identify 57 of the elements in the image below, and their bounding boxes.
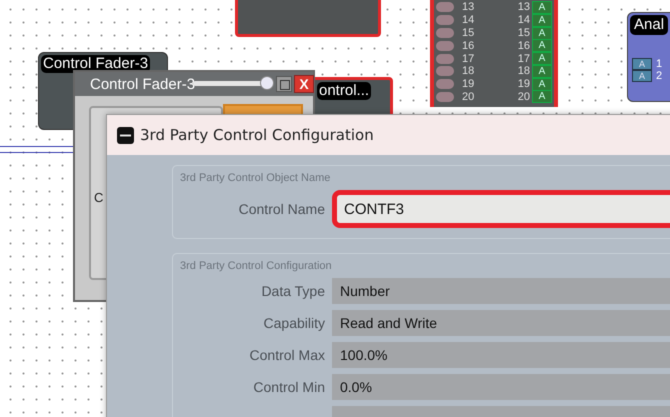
panel-text: C <box>94 190 104 205</box>
channel-number: 16 <box>516 40 530 52</box>
channel-number: 14 <box>462 14 476 26</box>
output-pin: A <box>532 26 552 40</box>
group-title: 3rd Party Control Object Name <box>179 172 332 184</box>
channel-number: 18 <box>516 65 530 78</box>
input-pin: A <box>632 58 652 70</box>
channel-number: 17 <box>516 52 530 65</box>
value-field: Number <box>332 278 670 304</box>
node-label: Anal <box>630 15 668 35</box>
input-pin: A <box>632 70 652 82</box>
input-pin <box>436 15 454 26</box>
output-pin: A <box>532 39 552 52</box>
channel-number: 20 <box>516 90 530 103</box>
input-pin <box>436 40 454 51</box>
field-label: Capability <box>262 315 325 331</box>
input-pin <box>436 79 454 90</box>
maximize-button[interactable] <box>276 76 292 92</box>
input-pin <box>436 54 454 64</box>
channel-number: 19 <box>462 78 476 90</box>
input-pin <box>436 66 454 76</box>
channel-number: 13 <box>462 1 476 14</box>
channel-number: 13 <box>516 1 530 14</box>
channel-number: 19 <box>516 78 530 90</box>
window-title: Control Fader-3 <box>90 76 196 93</box>
value-field: 100.0% <box>332 342 670 368</box>
field-label: Control Max <box>248 347 325 363</box>
channel-number: 18 <box>462 65 476 78</box>
channel-number: 14 <box>516 14 530 26</box>
channel-number: 15 <box>516 26 530 39</box>
channel-number: 15 <box>462 26 476 39</box>
field-label: Control Min <box>252 379 325 395</box>
field-label: Control Name <box>238 201 325 217</box>
close-button[interactable]: X <box>294 75 314 93</box>
channel-number: 17 <box>462 52 476 65</box>
input-pin <box>436 2 454 12</box>
node-label: ontrol... <box>317 82 372 100</box>
app-icon <box>117 126 134 144</box>
input-pin <box>436 92 454 102</box>
channel-number: 2 <box>656 70 662 82</box>
output-pin: A <box>532 78 552 91</box>
channel-block[interactable]: 13 13 A 14 14 A 15 15 A 16 16 A 17 17 A 18 18 A 19 19 A 20 20 A <box>430 0 558 107</box>
channel-number: 1 <box>656 58 662 70</box>
output-pin: A <box>532 64 552 78</box>
field-label: Data Type <box>260 283 325 299</box>
output-pin: A <box>532 52 552 66</box>
analog-node[interactable]: Anal A 1 A 2 <box>627 12 670 102</box>
output-pin: A <box>532 90 552 104</box>
value-field: 0.0% <box>332 374 670 400</box>
group-title: 3rd Party Control Configuration <box>179 260 333 272</box>
channel-number: 20 <box>462 90 476 103</box>
value-field: Read and Write <box>332 310 670 336</box>
channel-number: 16 <box>462 40 476 52</box>
output-pin: A <box>532 14 552 27</box>
input-pin <box>436 28 454 38</box>
text-field[interactable]: CONTF3 <box>332 190 670 228</box>
output-pin: A <box>532 0 552 14</box>
